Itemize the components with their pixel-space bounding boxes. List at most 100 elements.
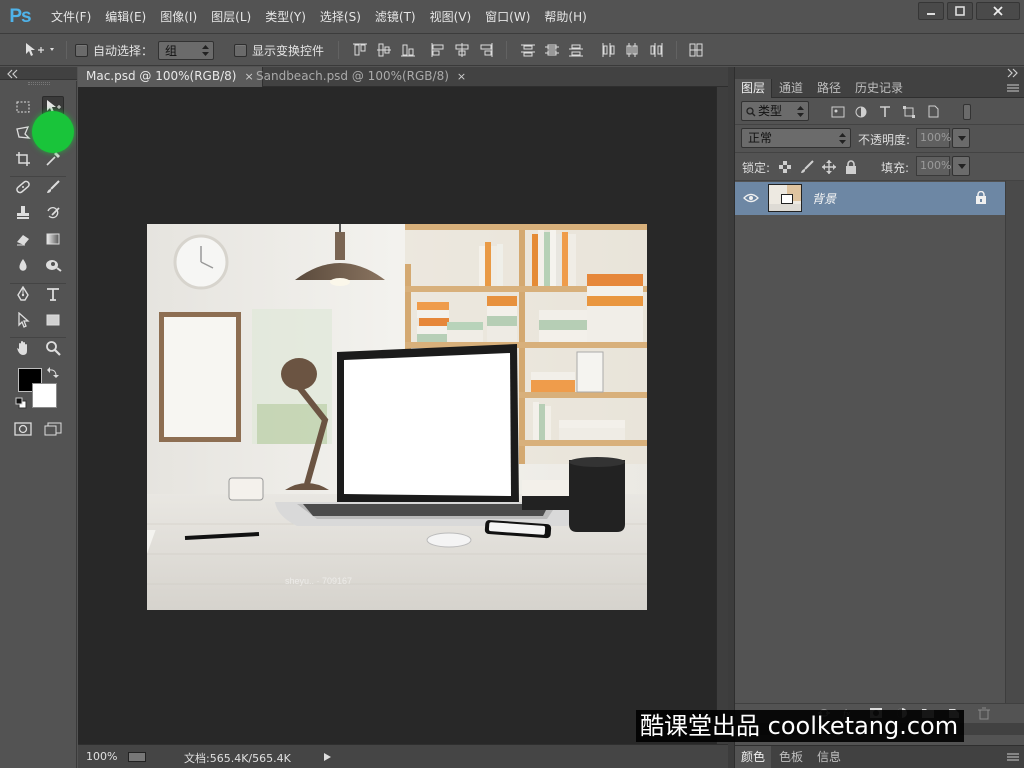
align-left-edges-icon[interactable] <box>430 42 446 58</box>
hand-tool[interactable] <box>12 337 34 359</box>
zoom-level[interactable]: 100% <box>86 750 117 763</box>
crop-tool[interactable] <box>12 148 34 170</box>
menu-edit[interactable]: 编辑(E) <box>98 6 153 28</box>
toolbox-header[interactable] <box>0 67 77 80</box>
lock-transparent-pixels-icon[interactable] <box>779 161 791 173</box>
screen-mode-icon <box>44 422 62 436</box>
delete-layer-trash-icon[interactable] <box>977 707 991 720</box>
gradient-tool[interactable] <box>42 228 64 250</box>
toolbox-grip[interactable] <box>28 82 50 85</box>
minimize-button[interactable] <box>918 2 944 20</box>
blur-tool[interactable] <box>12 254 34 276</box>
lock-position-icon[interactable] <box>822 160 836 174</box>
clone-stamp-tool[interactable] <box>12 202 34 224</box>
menu-window[interactable]: 窗口(W) <box>478 6 537 28</box>
show-transform-checkbox[interactable] <box>234 43 247 57</box>
menu-layer[interactable]: 图层(L) <box>204 6 258 28</box>
zoom-tool[interactable] <box>42 337 64 359</box>
filter-toggle-switch[interactable] <box>963 104 971 120</box>
align-horizontal-centers-icon[interactable] <box>454 42 470 58</box>
blend-mode-select[interactable]: 正常 <box>741 128 851 148</box>
document-image[interactable]: sheyu.. · 709167 <box>147 224 647 610</box>
opacity-dropdown[interactable] <box>952 128 970 148</box>
history-brush-tool[interactable] <box>42 202 64 224</box>
status-menu-arrow-icon[interactable] <box>324 753 331 761</box>
quick-mask-tool[interactable] <box>12 418 34 440</box>
filter-smart-object-icon[interactable] <box>927 105 939 118</box>
panel-header[interactable] <box>735 67 1024 79</box>
pen-tool[interactable] <box>12 283 34 305</box>
auto-select-option: 自动选择： <box>75 34 153 66</box>
rectangle-tool[interactable] <box>42 309 64 331</box>
layer-filter-kind-select[interactable]: 类型 <box>741 101 809 121</box>
menu-file[interactable]: 文件(F) <box>44 6 98 28</box>
filter-shape-icon[interactable] <box>903 106 915 118</box>
panel-menu-icon[interactable] <box>1007 753 1019 762</box>
lock-all-icon[interactable] <box>845 160 857 174</box>
tool-preset-picker[interactable] <box>24 34 58 66</box>
distribute-bottom-icon[interactable] <box>568 42 584 58</box>
auto-align-layers-icon[interactable] <box>688 42 704 58</box>
filter-type-icon[interactable] <box>879 105 891 118</box>
layers-list[interactable]: 背景 <box>735 181 1024 703</box>
distribute-top-icon[interactable] <box>520 42 536 58</box>
tab-channels[interactable]: 通道 <box>773 79 809 98</box>
auto-select-checkbox[interactable] <box>75 43 88 57</box>
vertical-scrollbar[interactable] <box>716 87 728 744</box>
swap-colors-icon[interactable] <box>47 367 59 379</box>
expand-panels-icon[interactable] <box>1007 68 1019 78</box>
opacity-input[interactable]: 100% <box>916 128 951 148</box>
fill-input[interactable]: 100% <box>916 156 951 176</box>
dodge-tool[interactable] <box>42 254 64 276</box>
layer-name[interactable]: 背景 <box>812 190 836 207</box>
distribute-left-icon[interactable] <box>600 42 616 58</box>
tab-layers[interactable]: 图层 <box>735 79 773 98</box>
status-preview-icon[interactable] <box>128 752 146 762</box>
menu-image[interactable]: 图像(I) <box>153 6 204 28</box>
layers-scrollbar[interactable] <box>1005 181 1024 703</box>
align-bottom-edges-icon[interactable] <box>400 42 416 58</box>
close-tab-icon[interactable]: × <box>457 70 466 83</box>
tab-info[interactable]: 信息 <box>811 746 847 768</box>
distribute-right-icon[interactable] <box>648 42 664 58</box>
collapse-toolbox-icon[interactable] <box>6 69 20 79</box>
spot-healing-brush-tool[interactable] <box>12 176 34 198</box>
path-selection-tool[interactable] <box>12 309 34 331</box>
document-tab-mac[interactable]: Mac.psd @ 100%(RGB/8) × <box>78 67 263 87</box>
filter-pixel-icon[interactable] <box>831 106 845 118</box>
lock-image-pixels-icon[interactable] <box>800 160 814 174</box>
align-right-edges-icon[interactable] <box>478 42 494 58</box>
align-vertical-centers-icon[interactable] <box>376 42 392 58</box>
tab-swatches[interactable]: 色板 <box>773 746 809 768</box>
menu-select[interactable]: 选择(S) <box>313 6 368 28</box>
menu-help[interactable]: 帮助(H) <box>537 6 593 28</box>
background-color-swatch[interactable] <box>32 383 57 408</box>
panel-menu-icon[interactable] <box>1007 84 1019 93</box>
align-top-edges-icon[interactable] <box>352 42 368 58</box>
distribute-vertical-centers-icon[interactable] <box>544 42 560 58</box>
tab-paths[interactable]: 路径 <box>811 79 847 98</box>
tab-color[interactable]: 颜色 <box>735 746 772 768</box>
lasso-tool[interactable] <box>12 122 34 144</box>
document-tab-sandbeach[interactable]: Sandbeach.psd @ 100%(RGB/8) × <box>248 67 474 87</box>
brush-tool[interactable] <box>42 176 64 198</box>
menu-view[interactable]: 视图(V) <box>423 6 479 28</box>
maximize-button[interactable] <box>947 2 973 20</box>
tab-history[interactable]: 历史记录 <box>849 79 909 98</box>
rectangular-marquee-tool[interactable] <box>12 96 34 118</box>
auto-select-target-select[interactable]: 组 <box>158 40 214 60</box>
eraser-tool[interactable] <box>12 228 34 250</box>
fill-dropdown[interactable] <box>952 156 970 176</box>
menu-type[interactable]: 类型(Y) <box>258 6 313 28</box>
close-window-button[interactable] <box>976 2 1020 20</box>
distribute-horizontal-centers-icon[interactable] <box>624 42 640 58</box>
type-tool[interactable] <box>42 283 64 305</box>
layer-row-background[interactable]: 背景 <box>735 182 1005 215</box>
screen-mode-tool[interactable] <box>42 418 64 440</box>
menu-filter[interactable]: 滤镜(T) <box>368 6 423 28</box>
default-colors-icon[interactable] <box>15 397 27 409</box>
eye-visibility-icon[interactable] <box>743 193 759 203</box>
options-separator <box>338 41 339 59</box>
gradient-icon <box>46 233 60 245</box>
filter-adjustment-icon[interactable] <box>855 106 867 118</box>
